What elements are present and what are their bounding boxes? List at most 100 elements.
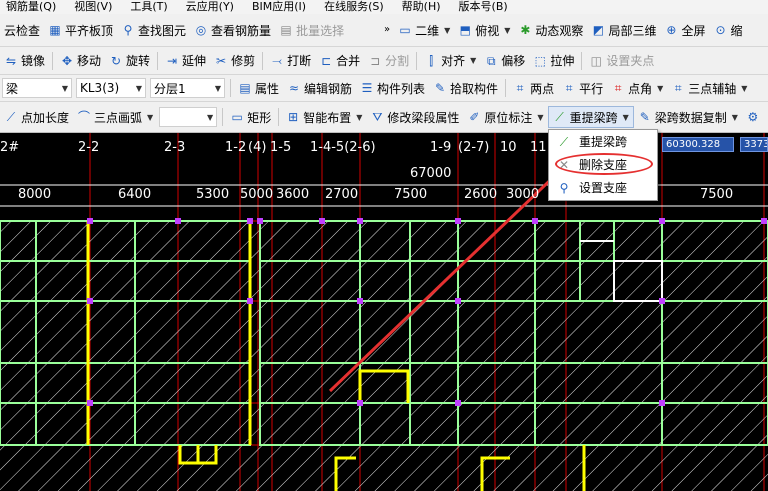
element-type-value: 梁 [6, 81, 19, 96]
coord-x-input[interactable]: 60300.328 [662, 137, 734, 152]
menu-item-set-support[interactable]: ⚲ 设置支座 [549, 176, 657, 199]
three-point-aux-icon: ⌗ [674, 81, 682, 95]
two-points-button[interactable]: ⌗ 两点 [509, 77, 558, 99]
menu-tools[interactable]: 工具(T) [130, 0, 167, 14]
menu-item-re-extract-span[interactable]: ⟋ 重提梁跨 [549, 130, 657, 153]
original-label-dropdown[interactable]: ✐ 原位标注 ▼ [463, 106, 547, 128]
axis-label: (2-7) [458, 140, 490, 155]
dimension-label: 7500 [700, 187, 734, 202]
edit-rebar-button[interactable]: ≈ 编辑钢筋 [283, 77, 356, 99]
menu-bim[interactable]: BIM应用(I) [252, 0, 306, 14]
re-extract-span-dropdown[interactable]: ⟋ 重提梁跨 ▼ [547, 106, 634, 128]
annotation-circle [555, 153, 653, 175]
chevron-down-icon: ▼ [214, 83, 221, 93]
dimension-label: 7500 [394, 187, 428, 202]
coord-y-input[interactable]: 33738 [740, 137, 768, 152]
span-data-copy-dropdown[interactable]: ✎ 梁跨数据复制 ▼ [634, 106, 742, 128]
layer-select[interactable]: 分层1 ▼ [150, 78, 225, 98]
menu-rebar[interactable]: 钢筋量(Q) [6, 0, 56, 14]
rotate-button[interactable]: ↻ 旋转 [105, 50, 154, 72]
flat-slab-button[interactable]: ▦ 平齐板顶 [44, 19, 117, 41]
batch-select-button[interactable]: ▤ 批量选择 [275, 19, 348, 41]
trim-button[interactable]: ✂ 修剪 [210, 50, 259, 72]
toolbar-edit: ⇋ 镜像 ✥ 移动 ↻ 旋转 ⇥ 延伸 ✂ 修剪 ⤙ 打断 ⊏ 合并 ⊐ 分割 ⫿ 对齐 ▼ ⧉ 偏移… [0, 47, 768, 75]
smart-layout-dropdown[interactable]: ⊞ 智能布置 ▼ [282, 106, 366, 128]
axis-label: 1-5 [270, 140, 292, 155]
rebar-icon: ≈ [288, 81, 300, 95]
dynamic-view-button[interactable]: ✱ 动态观察 [514, 19, 587, 41]
local-3d-label: 局部三维 [608, 23, 657, 38]
re-extract-icon: ⟋ [555, 110, 564, 124]
rectangle-button[interactable]: ▭ 矩形 [226, 106, 275, 128]
stretch-label: 拉伸 [550, 54, 575, 68]
split-button[interactable]: ⊐ 分割 [364, 50, 413, 72]
find-element-button[interactable]: ⚲ 查找图元 [117, 19, 190, 41]
local-3d-button[interactable]: ◩ 局部三维 [587, 19, 660, 41]
parallel-button[interactable]: ⌗ 平行 [558, 77, 607, 99]
element-type-select[interactable]: 梁 ▼ [2, 78, 72, 98]
view-2d-dropdown[interactable]: ▭ 二维 ▼ [394, 19, 454, 41]
view-rebar-button[interactable]: ◎ 查看钢筋量 [190, 19, 275, 41]
properties-icon: ▤ [239, 81, 251, 95]
properties-label: 属性 [255, 81, 280, 96]
original-label-label: 原位标注 [484, 110, 533, 125]
point-length-button[interactable]: ⟋ 点加长度 [0, 106, 73, 128]
element-name-select[interactable]: KL3(3) ▼ [76, 78, 146, 98]
cloud-check-button[interactable]: 云检查 [0, 19, 44, 41]
modify-span-props-button[interactable]: ⛛ 修改梁段属性 [366, 106, 463, 128]
axis-label: 1-4-5(2-6) [310, 140, 376, 155]
pick-element-button[interactable]: ✎ 拾取构件 [429, 77, 502, 99]
extend-button[interactable]: ⇥ 延伸 [161, 50, 210, 72]
top-view-dropdown[interactable]: ⬒ 俯视 ▼ [454, 19, 514, 41]
smart-layout-icon: ⊞ [288, 110, 299, 124]
three-point-arc-dropdown[interactable]: ⌒ 三点画弧 ▼ [73, 106, 157, 128]
axis-label: 2# [0, 140, 20, 155]
arc-icon: ⌒ [78, 110, 91, 124]
separator [157, 51, 159, 70]
offset-button[interactable]: ⧉ 偏移 [480, 50, 529, 72]
menu-help[interactable]: 帮助(H) [402, 0, 441, 14]
merge-icon: ⊏ [321, 53, 332, 68]
set-grip-button[interactable]: ◫ 设置夹点 [585, 50, 658, 72]
point-length-label: 点加长度 [21, 110, 70, 125]
stretch-button[interactable]: ⬚ 拉伸 [529, 50, 578, 72]
zoom-label: 缩 [730, 23, 743, 38]
menu-view[interactable]: 视图(V) [74, 0, 112, 14]
orbit-icon: ✱ [520, 23, 531, 37]
split-icon: ⊐ [370, 53, 381, 68]
overflow-icon[interactable]: » [380, 23, 394, 37]
merge-button[interactable]: ⊏ 合并 [315, 50, 364, 72]
chevron-down-icon: ▼ [135, 83, 142, 93]
chevron-down-icon: ▼ [470, 56, 477, 65]
fullscreen-button[interactable]: ⊕ 全屏 [660, 19, 709, 41]
pick-element-label: 拾取构件 [450, 81, 499, 96]
trim-icon: ✂ [216, 53, 227, 68]
three-point-arc-label: 三点画弧 [94, 110, 143, 125]
chevron-down-icon: ▼ [207, 112, 214, 122]
axis-label: 1-9 [430, 140, 452, 155]
batch-select-label: 批量选择 [296, 23, 345, 38]
arc-option-select[interactable]: ▼ [159, 107, 218, 127]
align-dropdown[interactable]: ⫿ 对齐 ▼ [420, 50, 480, 72]
move-button[interactable]: ✥ 移动 [56, 50, 105, 72]
menu-cloud[interactable]: 云应用(Y) [186, 0, 234, 14]
axis-label: (4) [248, 140, 267, 155]
more-tools-button[interactable]: ⚙ [742, 106, 764, 128]
break-icon: ⤙ [272, 53, 282, 68]
break-button[interactable]: ⤙ 打断 [266, 50, 315, 72]
rebar-view-icon: ◎ [195, 23, 207, 37]
menu-online[interactable]: 在线服务(S) [324, 0, 384, 14]
properties-button[interactable]: ▤ 属性 [234, 77, 283, 99]
zoom-icon: ⊙ [715, 23, 726, 37]
element-name-value: KL3(3) [80, 81, 120, 95]
three-point-aux-button[interactable]: ⌗ 三点辅轴 ▼ [667, 77, 751, 99]
menu-item-delete-support[interactable]: ✕ 删除支座 [549, 153, 657, 176]
point-angle-button[interactable]: ⌗ 点角 ▼ [607, 77, 667, 99]
mirror-button[interactable]: ⇋ 镜像 [0, 50, 49, 72]
menu-version[interactable]: 版本号(B) [459, 0, 508, 14]
label-icon: ✐ [469, 110, 480, 124]
element-list-button[interactable]: ☰ 构件列表 [356, 77, 429, 99]
three-point-aux-label: 三点辅轴 [688, 81, 737, 96]
zoom-button[interactable]: ⊙ 缩 [709, 19, 746, 41]
parallel-label: 平行 [579, 81, 604, 96]
